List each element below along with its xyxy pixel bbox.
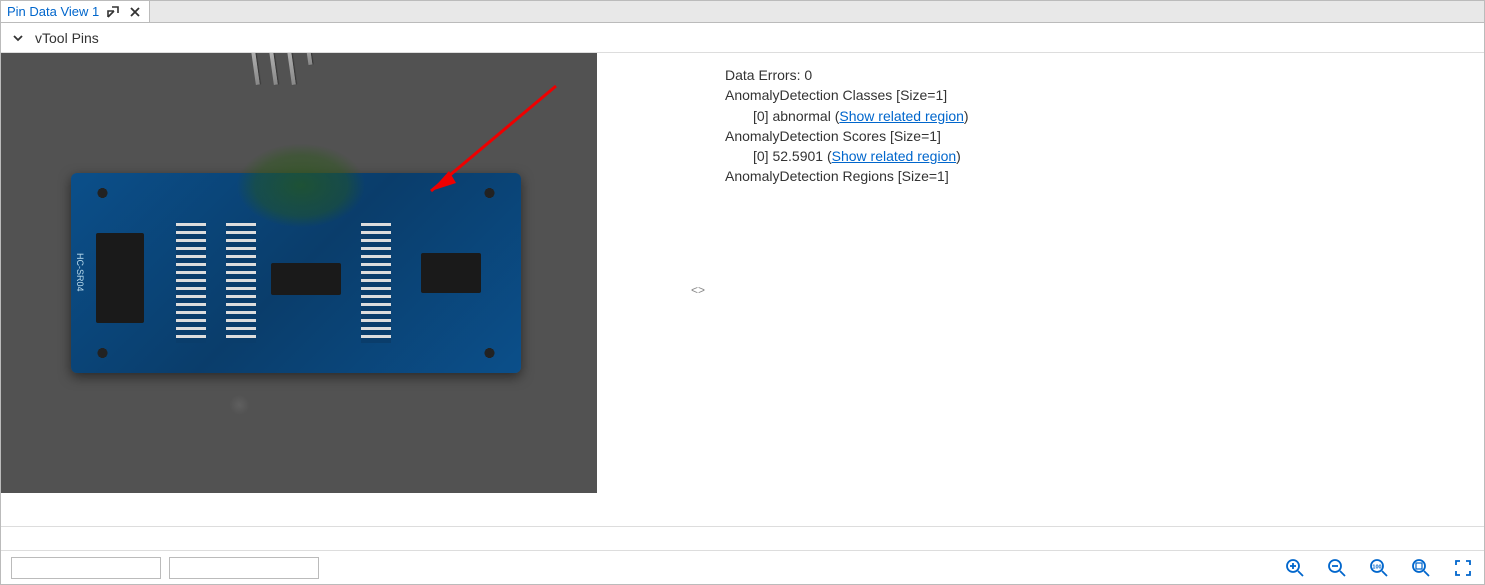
show-related-region-link[interactable]: Show related region: [832, 148, 957, 164]
anomaly-classes-header: AnomalyDetection Classes [Size=1]: [725, 85, 1464, 105]
fullscreen-icon[interactable]: [1452, 557, 1474, 579]
footer-left: [11, 557, 319, 579]
data-errors-label: Data Errors:: [725, 67, 804, 83]
section-header: vTool Pins: [1, 23, 1484, 53]
anomaly-scores-header: AnomalyDetection Scores [Size=1]: [725, 126, 1464, 146]
chevron-down-icon[interactable]: [11, 31, 25, 45]
image-pane[interactable]: HC-SR04: [1, 53, 691, 526]
anomaly-regions-header: AnomalyDetection Regions [Size=1]: [725, 166, 1464, 186]
close-icon[interactable]: [127, 4, 143, 20]
tab-bar: Pin Data View 1: [1, 1, 1484, 23]
pin-data-view-window: Pin Data View 1 vTool Pins: [0, 0, 1485, 585]
anomaly-region-overlay: [236, 143, 366, 228]
footer-field-2[interactable]: [169, 557, 319, 579]
anomaly-scores-entry: [0] 52.5901 (Show related region): [725, 146, 1464, 166]
tab-pin-data-view[interactable]: Pin Data View 1: [1, 1, 150, 22]
data-errors-value: 0: [804, 67, 812, 83]
footer-field-1[interactable]: [11, 557, 161, 579]
zoom-100-icon[interactable]: 100: [1368, 557, 1390, 579]
splitter-collapse-left[interactable]: <: [691, 283, 698, 297]
bottom-spacer: [1, 526, 1484, 550]
pcb-image: HC-SR04: [1, 53, 597, 493]
footer-right: 100: [1284, 557, 1474, 579]
svg-text:100: 100: [1372, 564, 1381, 570]
data-pane: Data Errors: 0 AnomalyDetection Classes …: [705, 53, 1484, 526]
splitter[interactable]: < >: [691, 53, 705, 526]
zoom-fit-icon[interactable]: [1410, 557, 1432, 579]
data-errors-row: Data Errors: 0: [725, 65, 1464, 85]
dock-icon[interactable]: [105, 4, 121, 20]
zoom-out-icon[interactable]: [1326, 557, 1348, 579]
header-pins: [251, 53, 309, 85]
tab-title: Pin Data View 1: [7, 4, 99, 19]
board-label: HC-SR04: [75, 253, 85, 292]
section-title: vTool Pins: [35, 30, 99, 46]
show-related-region-link[interactable]: Show related region: [839, 108, 964, 124]
splitter-collapse-right[interactable]: >: [698, 283, 705, 297]
zoom-in-icon[interactable]: [1284, 557, 1306, 579]
footer-toolbar: 100: [1, 550, 1484, 584]
annotation-arrow-icon: [361, 81, 561, 221]
anomaly-classes-entry: [0] abnormal (Show related region): [725, 106, 1464, 126]
content-area: HC-SR04 < > Data Errors: 0 AnomalyDet: [1, 53, 1484, 526]
